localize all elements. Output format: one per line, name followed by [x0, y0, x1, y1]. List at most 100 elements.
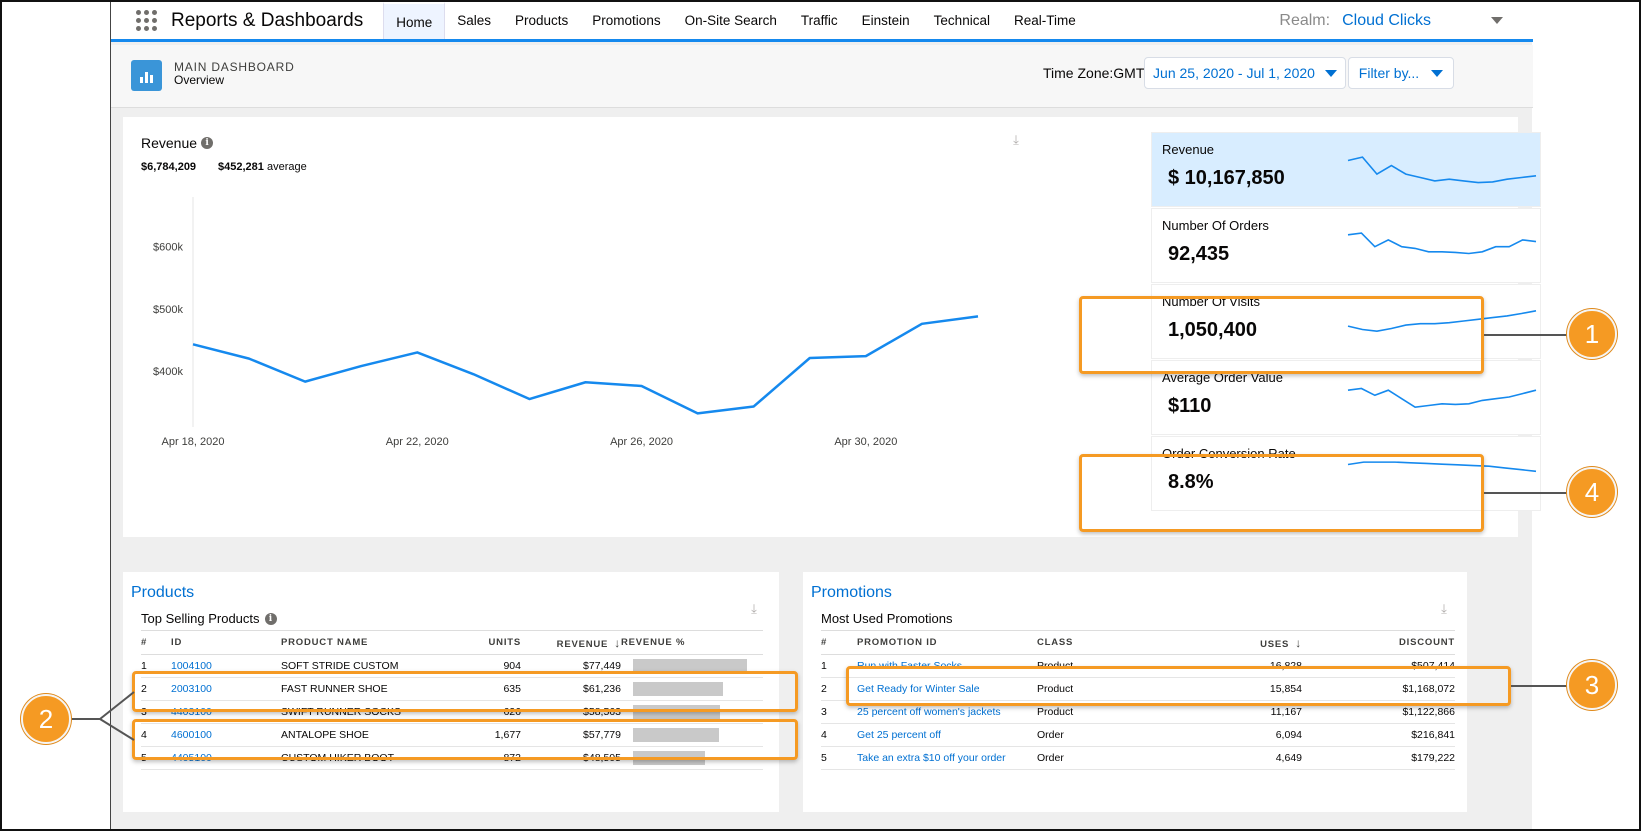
product-id-link[interactable]: 4403100	[171, 700, 281, 724]
callout-badge-3: 3	[1567, 660, 1617, 710]
tab-on-site-search[interactable]: On-Site Search	[673, 2, 789, 39]
column-header[interactable]: #	[141, 630, 171, 655]
realm-label: Realm:	[1279, 11, 1331, 29]
revenue-data-point[interactable]	[584, 380, 588, 384]
column-header[interactable]: PROMOTION ID	[857, 630, 1037, 655]
tab-traffic[interactable]: Traffic	[789, 2, 850, 39]
column-header[interactable]: REVENUE ↓	[521, 630, 621, 655]
tab-einstein[interactable]: Einstein	[850, 2, 922, 39]
kpi-label: Revenue	[1162, 142, 1215, 157]
product-id-link[interactable]: 2003100	[171, 677, 281, 701]
table-row: 3 25 percent off women's jackets Product 11…	[821, 700, 1455, 724]
app-launcher-waffle-icon[interactable]	[136, 9, 158, 32]
tab-promotions[interactable]: Promotions	[580, 2, 672, 39]
revenue-data-point[interactable]	[415, 350, 419, 354]
products-title[interactable]: Products	[131, 584, 194, 602]
kpi-tile-average-order-value[interactable]: Average Order Value $110	[1151, 360, 1541, 435]
realm-value[interactable]: Cloud Clicks	[1342, 12, 1431, 30]
kpi-tile-revenue[interactable]: Revenue $ 10,167,850	[1151, 132, 1541, 207]
product-revenue: $48,505	[521, 746, 621, 770]
app-title: Reports & Dashboards	[171, 9, 364, 31]
info-icon[interactable]: i	[264, 612, 277, 625]
revenue-data-point[interactable]	[696, 411, 700, 415]
realm-dropdown-chevron-down-icon[interactable]	[1491, 17, 1503, 24]
sort-arrow-down-icon[interactable]: ↓	[614, 636, 621, 650]
promotion-id-link[interactable]: Get 25 percent off	[857, 723, 1037, 747]
promotion-id-link[interactable]: Take an extra $10 off your order	[857, 746, 1037, 770]
revenue-data-point[interactable]	[976, 314, 980, 318]
promotion-uses: 4,649	[1182, 746, 1302, 770]
promotion-discount: $507,414	[1302, 654, 1455, 678]
product-id-link[interactable]: 4405100	[171, 746, 281, 770]
table-row: 5 4405100 CUSTOM HIKER BOOT 872 $48,505	[141, 746, 763, 770]
kpi-value: 8.8%	[1168, 471, 1214, 493]
revenue-percent-cell	[621, 654, 763, 678]
revenue-data-point[interactable]	[247, 357, 251, 361]
tab-real-time[interactable]: Real-Time	[1002, 2, 1088, 39]
sparkline-series	[1347, 232, 1537, 255]
filter-by-button[interactable]: Filter by...	[1348, 57, 1454, 89]
tab-technical[interactable]: Technical	[922, 2, 1002, 39]
promotion-discount: $179,222	[1302, 746, 1455, 770]
column-header[interactable]: PRODUCT NAME	[281, 630, 431, 655]
promotion-uses: 16,828	[1182, 654, 1302, 678]
revenue-data-point[interactable]	[752, 404, 756, 408]
callout-badge-2: 2	[21, 694, 71, 744]
column-header[interactable]: #	[821, 630, 857, 655]
revenue-data-point[interactable]	[920, 322, 924, 326]
kpi-tile-order-conversion-rate[interactable]: Order Conversion Rate 8.8%	[1151, 436, 1541, 511]
column-header-label: CLASS	[1037, 637, 1074, 648]
revenue-data-point[interactable]	[191, 342, 195, 346]
realm-selector[interactable]: Realm: Cloud Clicks	[1279, 2, 1503, 39]
x-tick-label: Apr 30, 2020	[834, 436, 897, 448]
table-row: 1 1004100 SOFT STRIDE CUSTOM 904 $77,449	[141, 654, 763, 678]
promotions-subtitle: Most Used Promotions	[821, 611, 953, 626]
promotions-title[interactable]: Promotions	[811, 584, 892, 602]
revenue-data-point[interactable]	[303, 380, 307, 384]
column-header[interactable]: ID	[171, 630, 281, 655]
promotion-discount: $1,122,866	[1302, 700, 1455, 724]
promotion-uses: 6,094	[1182, 723, 1302, 747]
product-id-link[interactable]: 1004100	[171, 654, 281, 678]
column-header[interactable]: DISCOUNT	[1302, 630, 1455, 655]
column-header-label: REVENUE %	[621, 637, 686, 648]
promotions-panel: Promotions Most Used Promotions ⤓ # PROMO…	[803, 572, 1467, 812]
download-icon[interactable]: ⤓	[1437, 602, 1451, 616]
tab-products[interactable]: Products	[503, 2, 580, 39]
tab-sales[interactable]: Sales	[445, 2, 503, 39]
kpi-tile-number-of-visits[interactable]: Number Of Visits 1,050,400	[1151, 284, 1541, 359]
promotion-id-link[interactable]: 25 percent off women's jackets	[857, 700, 1037, 724]
promotion-id-link[interactable]: Get Ready for Winter Sale	[857, 677, 1037, 701]
promotion-class: Product	[1037, 654, 1182, 678]
kpi-sparkline	[1347, 156, 1537, 184]
top-navigation: Reports & Dashboards Home Sales Products Pr…	[111, 2, 1533, 42]
column-header[interactable]: UNITS	[431, 630, 521, 655]
column-header[interactable]: REVENUE %	[621, 630, 763, 655]
date-range-picker[interactable]: Jun 25, 2020 - Jul 1, 2020	[1144, 57, 1346, 89]
revenue-percent-cell	[621, 723, 763, 747]
column-header[interactable]: CLASS	[1037, 630, 1182, 655]
row-rank: 4	[821, 723, 857, 747]
promotion-class: Order	[1037, 723, 1182, 747]
column-header-label: PROMOTION ID	[857, 637, 938, 648]
column-header[interactable]: USES ↓	[1182, 630, 1302, 655]
revenue-data-point[interactable]	[359, 364, 363, 368]
filter-by-label: Filter by...	[1358, 65, 1420, 81]
kpi-tile-number-of-orders[interactable]: Number Of Orders 92,435	[1151, 208, 1541, 283]
revenue-percent-cell	[621, 700, 763, 724]
row-rank: 2	[821, 677, 857, 701]
tab-home[interactable]: Home	[383, 2, 446, 39]
sparkline-series	[1347, 461, 1537, 473]
revenue-data-point[interactable]	[864, 354, 868, 358]
product-id-link[interactable]: 4600100	[171, 723, 281, 747]
promotion-id-link[interactable]: Run with Faster Socks	[857, 654, 1037, 678]
revenue-series-line[interactable]	[192, 315, 979, 415]
connector-line	[1484, 334, 1569, 336]
sort-arrow-down-icon[interactable]: ↓	[1295, 636, 1302, 650]
download-icon[interactable]: ⤓	[747, 602, 761, 616]
revenue-data-point[interactable]	[640, 384, 644, 388]
revenue-data-point[interactable]	[808, 356, 812, 360]
revenue-data-point[interactable]	[527, 397, 531, 401]
revenue-data-point[interactable]	[471, 372, 475, 376]
revenue-line-chart: $400k $500k $600k Apr 18, 2020 Apr 22, 2020 A…	[153, 197, 980, 448]
